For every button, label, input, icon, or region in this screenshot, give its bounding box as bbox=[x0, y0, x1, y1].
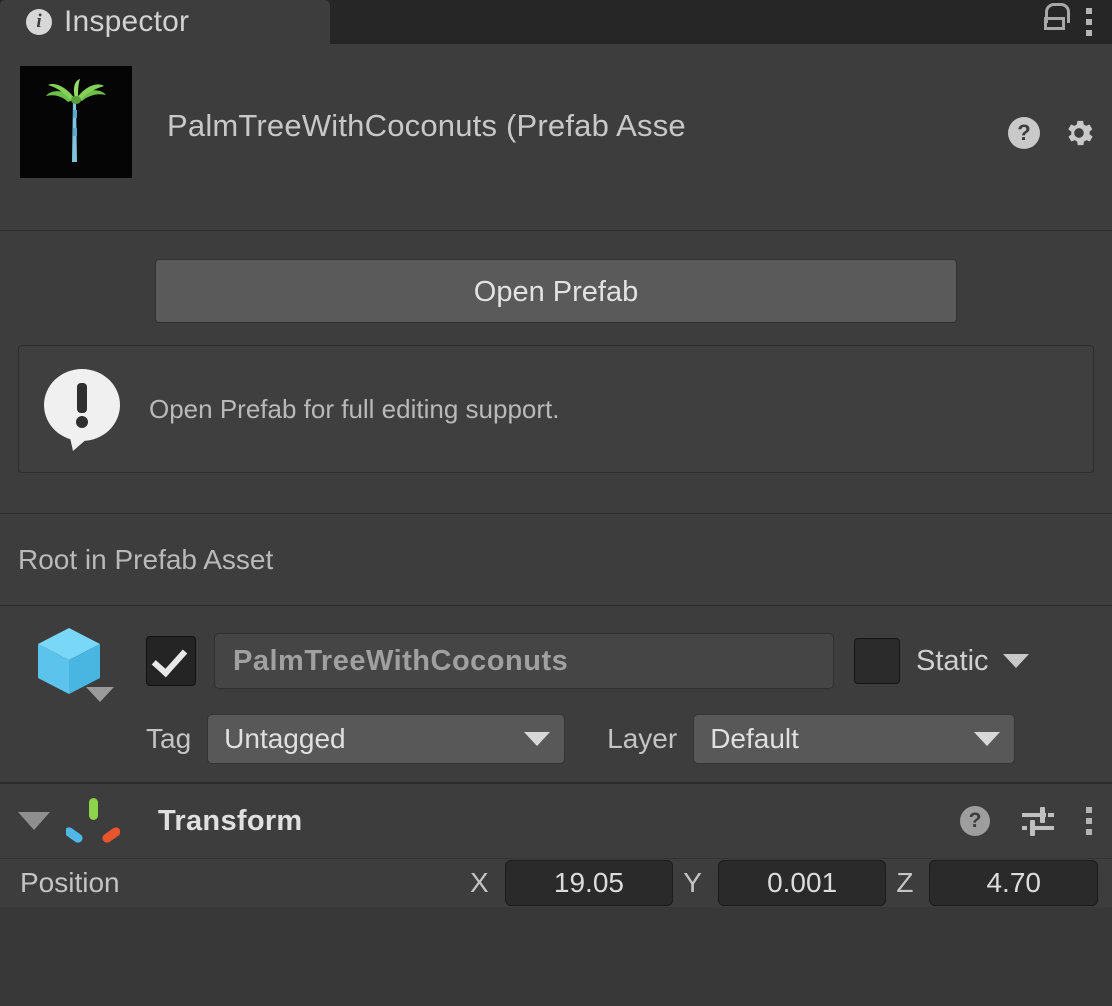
layer-group: Layer Default bbox=[607, 714, 1015, 764]
gear-icon[interactable] bbox=[1062, 116, 1096, 150]
static-group: Static bbox=[854, 638, 1029, 684]
position-vector-field: X 19.05 Y 0.001 Z 4.70 bbox=[470, 860, 1098, 906]
position-z-input[interactable]: 4.70 bbox=[929, 860, 1098, 906]
asset-header: PalmTreeWithCoconuts (Prefab Asse ? bbox=[0, 44, 1112, 231]
position-x-input[interactable]: 19.05 bbox=[505, 860, 674, 906]
position-x-axis-label: X bbox=[470, 867, 489, 899]
transform-axis-icon bbox=[66, 795, 120, 847]
asset-preview-thumbnail bbox=[20, 66, 132, 178]
transform-component: Transform ? bbox=[0, 783, 1112, 907]
position-z-axis-label: Z bbox=[896, 867, 913, 899]
layer-value: Default bbox=[710, 723, 799, 755]
info-icon: i bbox=[26, 9, 52, 35]
tag-dropdown[interactable]: Untagged bbox=[207, 714, 565, 764]
open-prefab-button[interactable]: Open Prefab bbox=[155, 259, 957, 323]
palm-tree-icon bbox=[20, 66, 132, 178]
static-chevron-down-icon[interactable] bbox=[1003, 654, 1029, 668]
tab-inspector[interactable]: i Inspector bbox=[0, 0, 330, 44]
info-bubble-icon bbox=[37, 367, 127, 451]
gameobject-enabled-checkbox[interactable] bbox=[146, 636, 196, 686]
transform-kebab-menu-icon[interactable] bbox=[1086, 807, 1092, 835]
kebab-menu-icon[interactable] bbox=[1086, 8, 1092, 36]
help-icon[interactable]: ? bbox=[1008, 117, 1040, 149]
prefab-help-box: Open Prefab for full editing support. bbox=[18, 345, 1094, 473]
transform-header[interactable]: Transform ? bbox=[0, 784, 1112, 859]
gameobject-header: PalmTreeWithCoconuts Static Tag Untagged… bbox=[0, 606, 1112, 783]
transform-help-icon[interactable]: ? bbox=[960, 806, 990, 836]
asset-title: PalmTreeWithCoconuts (Prefab Asse bbox=[167, 108, 686, 144]
inspector-window: i Inspector bbox=[0, 0, 1112, 1006]
transform-position-row: Position X 19.05 Y 0.001 Z 4.70 bbox=[0, 859, 1112, 907]
tag-label: Tag bbox=[146, 723, 191, 755]
root-in-prefab-label: Root in Prefab Asset bbox=[18, 544, 273, 576]
gameobject-name-row: PalmTreeWithCoconuts Static bbox=[16, 624, 1096, 698]
transform-header-icons: ? bbox=[960, 805, 1096, 837]
layer-dropdown[interactable]: Default bbox=[693, 714, 1015, 764]
transform-title: Transform bbox=[158, 805, 303, 838]
root-in-prefab-bar: Root in Prefab Asset bbox=[0, 514, 1112, 606]
prefab-cube-caret-icon[interactable] bbox=[86, 687, 114, 702]
gameobject-name-input[interactable]: PalmTreeWithCoconuts bbox=[214, 633, 834, 689]
prefab-help-text: Open Prefab for full editing support. bbox=[149, 394, 559, 425]
tag-value: Untagged bbox=[224, 723, 345, 755]
asset-header-icons: ? bbox=[1008, 116, 1096, 150]
position-y-input[interactable]: 0.001 bbox=[718, 860, 887, 906]
static-label: Static bbox=[916, 645, 989, 678]
static-checkbox[interactable] bbox=[854, 638, 900, 684]
position-label: Position bbox=[20, 867, 470, 899]
tag-layer-row: Tag Untagged Layer Default bbox=[16, 710, 1096, 768]
layer-label: Layer bbox=[607, 723, 677, 755]
layer-chevron-down-icon bbox=[974, 732, 1000, 746]
prefab-section: Open Prefab Open Prefab for full editing… bbox=[0, 231, 1112, 514]
tab-bar: i Inspector bbox=[0, 0, 1112, 44]
tag-chevron-down-icon bbox=[524, 732, 550, 746]
position-y-axis-label: Y bbox=[683, 867, 702, 899]
transform-preset-icon[interactable] bbox=[1020, 805, 1056, 837]
transform-foldout-icon[interactable] bbox=[18, 812, 50, 830]
lock-icon[interactable] bbox=[1042, 3, 1068, 33]
tab-inspector-label: Inspector bbox=[64, 5, 189, 39]
tab-bar-controls bbox=[1042, 0, 1104, 44]
prefab-cube-icon[interactable] bbox=[28, 622, 110, 700]
